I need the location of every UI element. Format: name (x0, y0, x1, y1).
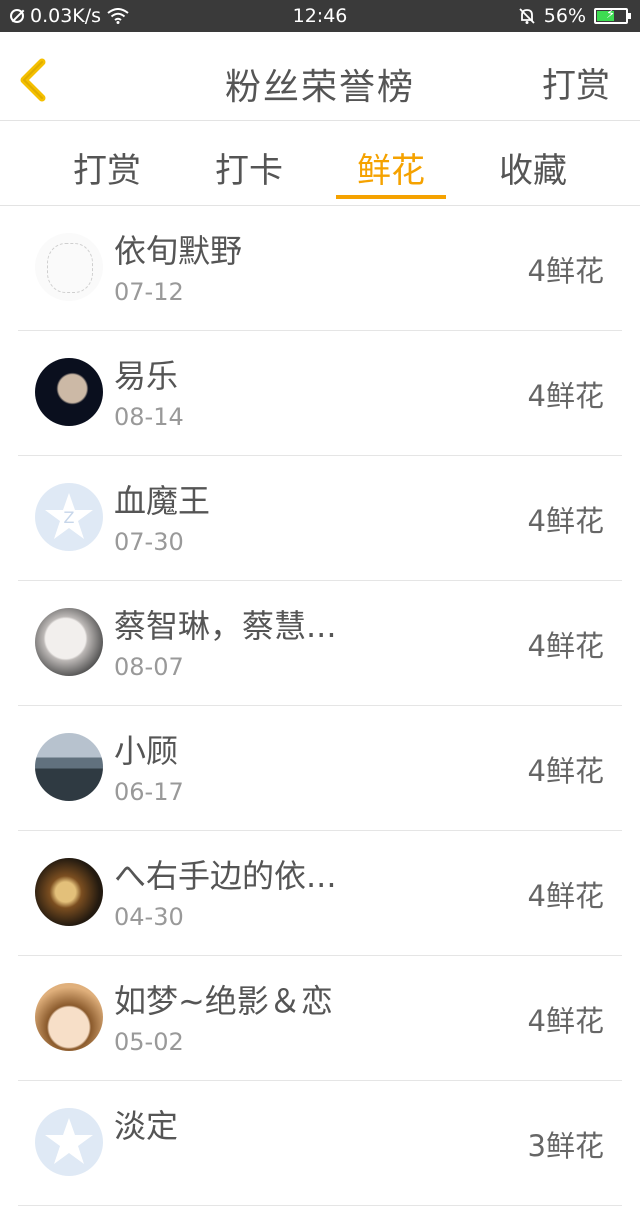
default-avatar-star-icon: Z (45, 493, 93, 539)
fan-date: 04-30 (114, 903, 184, 931)
charging-icon: ⚡ (606, 7, 616, 22)
tab-label: 收藏 (499, 151, 567, 191)
svg-text:Z: Z (64, 508, 75, 527)
avatar (35, 983, 103, 1051)
flower-count: 4鲜花 (527, 504, 604, 538)
tab-label: 打赏 (73, 151, 141, 191)
list-item[interactable]: 依旬默野 07-12 4鲜花 (18, 206, 622, 331)
reward-button[interactable]: 打赏 (542, 58, 610, 107)
avatar (35, 233, 103, 301)
tab-flowers[interactable]: 鲜花 (336, 143, 446, 199)
tab-favorites[interactable]: 收藏 (478, 143, 588, 192)
default-avatar-star-icon (45, 1118, 93, 1164)
flower-count: 4鲜花 (527, 1004, 604, 1038)
tab-reward[interactable]: 打赏 (52, 143, 162, 192)
list-item[interactable]: 易乐 08-14 4鲜花 (18, 331, 622, 456)
tab-label: 打卡 (215, 151, 283, 191)
fan-name: へ右手边的依... (114, 857, 337, 895)
list-item[interactable]: 小顾 06-17 4鲜花 (18, 706, 622, 831)
list-item[interactable]: 如梦~绝影＆恋 05-02 4鲜花 (18, 956, 622, 1081)
fan-name: 易乐 (114, 357, 179, 395)
fan-date: 06-17 (114, 778, 184, 806)
avatar (35, 358, 103, 426)
fan-date: 05-02 (114, 1028, 184, 1056)
fan-name: 依旬默野 (114, 232, 243, 270)
avatar: Z (35, 483, 103, 551)
tab-checkin[interactable]: 打卡 (194, 143, 304, 192)
status-bar: 0.03K/s 12:46 56% ⚡ (0, 0, 640, 32)
battery-percent: 56% (543, 5, 586, 27)
fan-list: 依旬默野 07-12 4鲜花 易乐 08-14 4鲜花 Z 血魔王 07-30 … (0, 206, 640, 1206)
avatar (35, 858, 103, 926)
flower-count: 4鲜花 (527, 629, 604, 663)
list-item[interactable]: へ右手边的依... 04-30 4鲜花 (18, 831, 622, 956)
fan-name: 血魔王 (114, 482, 211, 520)
avatar (35, 608, 103, 676)
tab-label: 鲜花 (357, 151, 425, 191)
fan-name: 淡定 (114, 1107, 179, 1145)
flower-count: 4鲜花 (527, 379, 604, 413)
fan-name: 小顾 (114, 732, 179, 770)
battery-icon: ⚡ (594, 7, 631, 24)
fan-date: 08-14 (114, 403, 184, 431)
header: 粉丝荣誉榜 打赏 (0, 32, 640, 121)
avatar (35, 733, 103, 801)
list-item[interactable]: 淡定 3鲜花 (18, 1081, 622, 1206)
fan-date: 08-07 (114, 653, 184, 681)
fan-date: 07-12 (114, 278, 184, 306)
bell-muted-icon (519, 8, 535, 24)
fan-name: 如梦~绝影＆恋 (114, 982, 333, 1020)
flower-count: 4鲜花 (527, 879, 604, 913)
avatar (35, 1108, 103, 1176)
flower-count: 4鲜花 (527, 754, 604, 788)
list-item[interactable]: Z 血魔王 07-30 4鲜花 (18, 456, 622, 581)
flower-count: 4鲜花 (527, 254, 604, 288)
tab-bar: 打赏 打卡 鲜花 收藏 (0, 121, 640, 206)
fan-name: 蔡智琳，蔡慧... (114, 607, 337, 645)
status-right: 56% ⚡ (518, 5, 631, 27)
fan-date: 07-30 (114, 528, 184, 556)
tab-indicator (336, 195, 446, 199)
list-item[interactable]: 蔡智琳，蔡慧... 08-07 4鲜花 (18, 581, 622, 706)
flower-count: 3鲜花 (527, 1129, 604, 1163)
